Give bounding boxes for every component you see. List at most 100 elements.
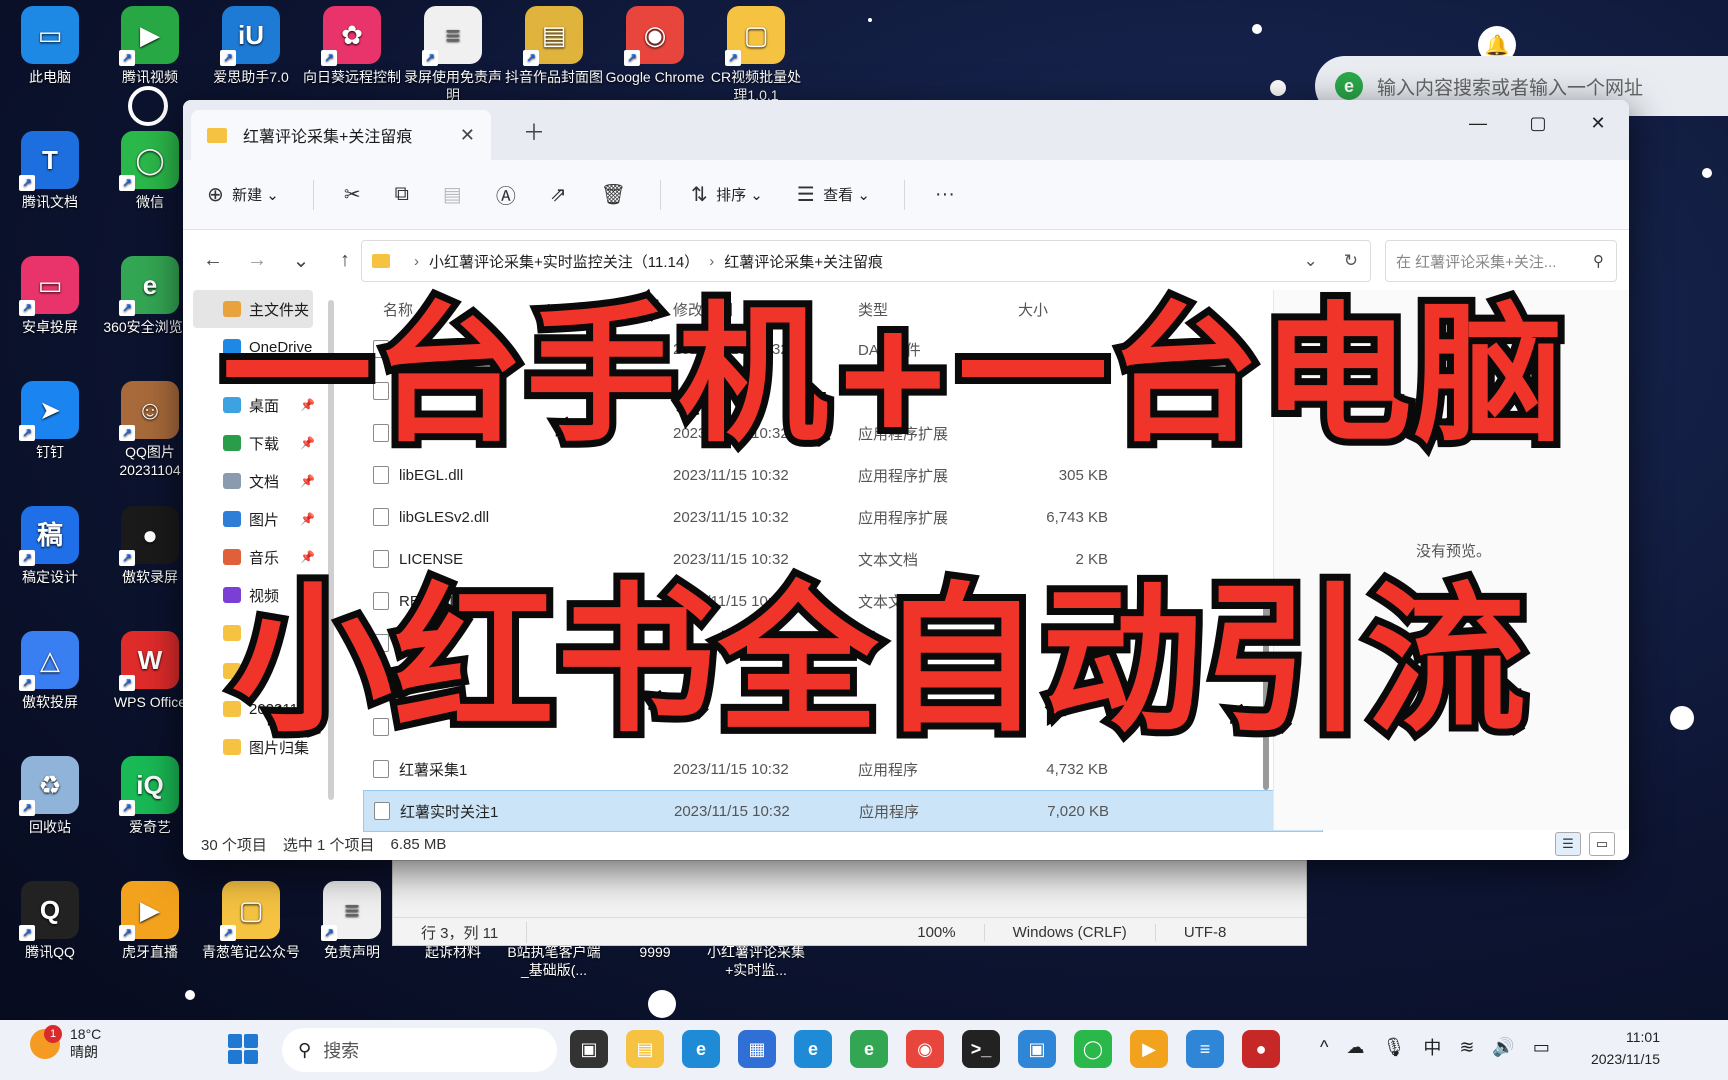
desktop-icon[interactable]: ≡ ↗ 免责声明 bbox=[302, 881, 402, 961]
file-size: 305 KB bbox=[1058, 466, 1108, 484]
chevron-up-icon[interactable]: ^ bbox=[1320, 1037, 1328, 1058]
terminal-app[interactable]: >_ bbox=[962, 1030, 1000, 1068]
volume-icon[interactable]: 🔊 bbox=[1492, 1037, 1514, 1058]
desktop-icon[interactable]: ✿ ↗ 向日葵远程控制 bbox=[302, 6, 402, 86]
recent-dropdown-icon[interactable]: ⌄ bbox=[279, 248, 323, 273]
chrome-app[interactable]: ◉ bbox=[906, 1030, 944, 1068]
close-button[interactable]: ✕ bbox=[1573, 108, 1623, 138]
desktop-icon[interactable]: ▭ 此电脑 bbox=[0, 6, 100, 86]
nav-item-label: 图片 bbox=[249, 511, 280, 529]
share-button[interactable]: ⇗ bbox=[550, 182, 567, 207]
app-icon: iU ↗ bbox=[220, 6, 280, 66]
cut-button[interactable]: ✂ bbox=[344, 182, 361, 207]
wechat-app[interactable]: ◯ bbox=[1074, 1030, 1112, 1068]
desktop-icon[interactable]: ▤ ↗ 抖音作品封面图 bbox=[504, 6, 604, 86]
shortcut-arrow-icon: ↗ bbox=[119, 675, 135, 691]
address-bar[interactable]: › 小红薯评论采集+实时监控关注（11.14） › 红薯评论采集+关注留痕 ⌄ … bbox=[361, 240, 1371, 282]
notepad-window[interactable]: 行 3，列 11 100% Windows (CRLF) UTF-8 bbox=[392, 860, 1307, 946]
microphone-icon[interactable]: 🎙 bbox=[1382, 1037, 1405, 1058]
copy-button[interactable]: ⧉ bbox=[395, 183, 409, 206]
file-row[interactable]: 红薯采集1 2023/11/15 10:32 应用程序 4,732 KB bbox=[363, 748, 1323, 790]
encoding: UTF-8 bbox=[1183, 924, 1227, 941]
desktop-icon[interactable]: ◉ ↗ Google Chrome bbox=[605, 6, 705, 86]
file-explorer-app[interactable]: ▤ bbox=[626, 1030, 664, 1068]
more-icon: ··· bbox=[934, 183, 955, 205]
back-arrow-icon[interactable]: ← bbox=[191, 249, 235, 272]
desktop-icon[interactable]: ▶ ↗ 腾讯视频 bbox=[100, 6, 200, 86]
edge-app[interactable]: e bbox=[682, 1030, 720, 1068]
desktop-icon[interactable]: ▢ ↗ 青葱笔记公众号 bbox=[201, 881, 301, 961]
forward-arrow-icon[interactable]: → bbox=[235, 249, 279, 272]
view-button[interactable]: ☰ 查看 ⌄ bbox=[797, 182, 870, 207]
desktop-icon[interactable]: iU ↗ 爱思助手7.0 bbox=[201, 6, 301, 86]
sort-button[interactable]: ⇅ 排序 ⌄ bbox=[691, 182, 763, 207]
maximize-button[interactable]: ▢ bbox=[1513, 108, 1563, 138]
ime-indicator[interactable]: 中 bbox=[1423, 1034, 1441, 1060]
wifi-icon[interactable]: ≋ bbox=[1459, 1037, 1474, 1058]
file-name: 红薯采集1 bbox=[363, 759, 673, 780]
ie-app[interactable]: e bbox=[794, 1030, 832, 1068]
minimize-button[interactable]: — bbox=[1453, 108, 1503, 138]
taskbar-search[interactable]: ⚲ 搜索 bbox=[282, 1028, 557, 1072]
desktop-icon[interactable]: ▭ ↗ 安卓投屏 bbox=[0, 256, 100, 336]
nav-item[interactable]: 图片 📌 bbox=[183, 500, 323, 538]
start-button[interactable] bbox=[228, 1034, 258, 1064]
app-icon: △ ↗ bbox=[19, 631, 79, 691]
rename-button[interactable]: Ⓐ bbox=[496, 180, 516, 209]
new-tab-button[interactable]: ＋ bbox=[523, 115, 545, 147]
pin-icon: 📌 bbox=[300, 512, 315, 526]
star bbox=[648, 990, 676, 1018]
app-icon: T ↗ bbox=[19, 131, 79, 191]
desktop-icon[interactable]: ♻ ↗ 回收站 bbox=[0, 756, 100, 836]
new-button[interactable]: ⊕ 新建 ⌄ bbox=[207, 182, 279, 207]
paste-button[interactable]: ▤ bbox=[443, 182, 462, 207]
desktop-icon[interactable]: 稿 ↗ 稿定设计 bbox=[0, 506, 100, 586]
weather-widget[interactable]: 1 18°C 晴朗 bbox=[30, 1025, 101, 1062]
file-name: libEGL.dll bbox=[363, 466, 673, 484]
folder-search-input[interactable]: 在 红薯评论采集+关注... ⚲ bbox=[1385, 240, 1617, 282]
store-app[interactable]: ▦ bbox=[738, 1030, 776, 1068]
file-row[interactable]: 红薯实时关注1 2023/11/15 10:32 应用程序 7,020 KB bbox=[363, 790, 1323, 832]
clock[interactable]: 11:01 2023/11/15 bbox=[1580, 1026, 1660, 1070]
desktop-icon[interactable]: ➤ ↗ 钉钉 bbox=[0, 381, 100, 461]
desktop-icon[interactable]: ▶ ↗ 虎牙直播 bbox=[100, 881, 200, 961]
huya-app[interactable]: ▶ bbox=[1130, 1030, 1168, 1068]
image-tool-app[interactable]: ▣ bbox=[1018, 1030, 1056, 1068]
search-icon: ⚲ bbox=[1593, 253, 1604, 270]
desktop-icon[interactable]: △ ↗ 傲软投屏 bbox=[0, 631, 100, 711]
desktop-icon-label: 回收站 bbox=[29, 819, 71, 835]
edge-logo-icon: e bbox=[1335, 72, 1363, 100]
app-icon: ≡ ↗ bbox=[422, 6, 482, 66]
breadcrumb-current[interactable]: 红薯评论采集+关注留痕 bbox=[724, 251, 883, 272]
desktop-icon-label: 虎牙直播 bbox=[122, 944, 178, 960]
chevron-right-icon: › bbox=[709, 252, 715, 270]
star bbox=[868, 18, 872, 22]
pin-icon: 📌 bbox=[300, 474, 315, 488]
desktop-icon[interactable]: ▢ ↗ CR视频批量处理1.0.1 bbox=[706, 6, 806, 104]
more-button[interactable]: ··· bbox=[935, 183, 955, 206]
details-view-icon[interactable]: ☰ bbox=[1555, 832, 1581, 856]
file-row[interactable]: libGLESv2.dll 2023/11/15 10:32 应用程序扩展 6,743… bbox=[363, 496, 1323, 538]
cloud-icon[interactable]: ☁ bbox=[1346, 1037, 1364, 1058]
notepad-app[interactable]: ≡ bbox=[1186, 1030, 1224, 1068]
refresh-icon[interactable]: ↻ bbox=[1344, 251, 1358, 271]
task-view-app[interactable]: ▣ bbox=[570, 1030, 608, 1068]
close-tab-icon[interactable]: ✕ bbox=[460, 125, 475, 146]
pin-icon: 📌 bbox=[300, 550, 315, 564]
command-bar: ⊕ 新建 ⌄ ✂ ⧉ ▤ Ⓐ ⇗ 🗑 ⇅ 排序 ⌄ ☰ 查看 ⌄ ··· bbox=[183, 160, 1629, 230]
desktop-icon[interactable]: T ↗ 腾讯文档 bbox=[0, 131, 100, 211]
breadcrumb-parent[interactable]: 小红薯评论采集+实时监控关注（11.14） bbox=[429, 251, 699, 272]
title-bar: 红薯评论采集+关注留痕 ✕ ＋ — ▢ ✕ bbox=[183, 100, 1629, 160]
battery-icon[interactable]: ▭ bbox=[1533, 1037, 1550, 1058]
360-browser-app[interactable]: e bbox=[850, 1030, 888, 1068]
tab-current-folder[interactable]: 红薯评论采集+关注留痕 ✕ bbox=[191, 110, 491, 160]
app-icon: ☺ ↗ bbox=[119, 381, 179, 441]
address-dropdown-icon[interactable]: ⌄ bbox=[1304, 251, 1318, 271]
tiles-view-icon[interactable]: ▭ bbox=[1589, 832, 1615, 856]
nav-item[interactable]: 文档 📌 bbox=[183, 462, 323, 500]
desktop-icon[interactable]: Q ↗ 腾讯QQ bbox=[0, 881, 100, 961]
desktop-icon[interactable]: ≡ ↗ 录屏使用免责声明 bbox=[403, 6, 503, 104]
recorder-app[interactable]: ● bbox=[1242, 1030, 1280, 1068]
plus-circle-icon: ⊕ bbox=[207, 184, 224, 206]
delete-button[interactable]: 🗑 bbox=[601, 182, 626, 207]
